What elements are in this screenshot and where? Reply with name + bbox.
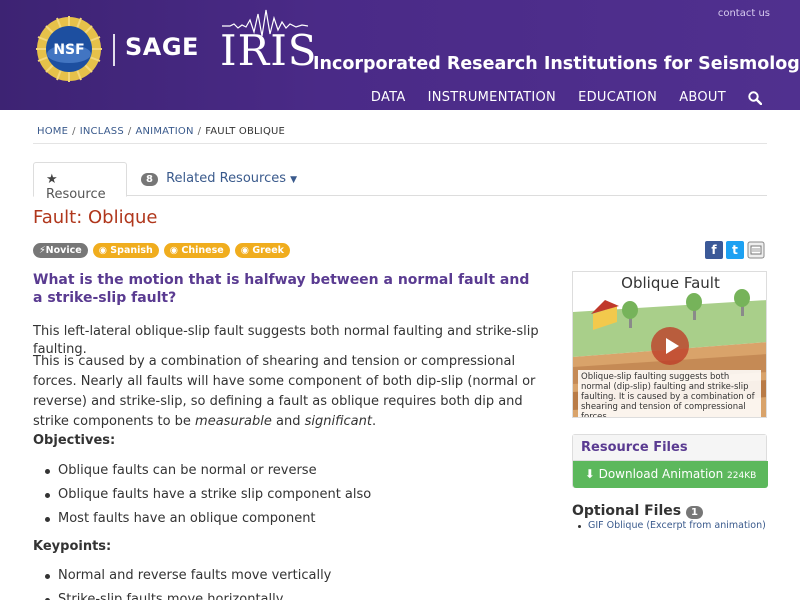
optional-file-link[interactable]: GIF Oblique (Excerpt from animation) <box>578 520 766 531</box>
tab-related-label: Related Resources <box>166 171 287 186</box>
optional-files-list: GIF Oblique (Excerpt from animation) <box>578 520 766 531</box>
tab-related-resources[interactable]: 8 Related Resources ▼ <box>129 162 309 197</box>
contact-us-link[interactable]: contact us <box>718 8 770 19</box>
tag-spanish[interactable]: ◉ Spanish <box>92 243 159 258</box>
breadcrumb: HOME / INCLASS / ANIMATION / FAULT OBLIQUE <box>33 120 767 144</box>
description-paragraph: This is caused by a combination of shear… <box>33 354 536 429</box>
share-buttons: f t <box>705 241 765 259</box>
iris-logo[interactable]: IRIS <box>220 28 318 74</box>
lead-question: What is the motion that is halfway betwe… <box>33 272 530 306</box>
breadcrumb-home[interactable]: HOME <box>37 126 68 137</box>
site-header: contact us NSF SAGE IRIS Incorporated Re… <box>0 0 800 110</box>
tag-chinese[interactable]: ◉ Chinese <box>163 243 230 258</box>
breadcrumb-inclass[interactable]: INCLASS <box>80 126 124 137</box>
list-item: Oblique faults have a strike slip compon… <box>45 486 371 510</box>
nav-education[interactable]: EDUCATION <box>578 90 657 105</box>
animation-video-thumbnail[interactable]: Oblique Fault Oblique-slip faulting sugg… <box>572 271 767 418</box>
objectives-heading: Objectives: <box>33 433 116 448</box>
globe-icon: ◉ <box>169 245 179 256</box>
list-item: Strike-slip faults move horizontally <box>45 591 331 600</box>
breadcrumb-animation[interactable]: ANIMATION <box>135 126 193 137</box>
globe-icon: ◉ <box>98 245 107 256</box>
list-item: Normal and reverse faults move verticall… <box>45 567 331 591</box>
resource-tags: ⚡Novice ◉ Spanish ◉ Chinese ◉ Greek <box>33 243 290 258</box>
list-item: Oblique faults can be normal or reverse <box>45 462 371 486</box>
star-icon: ★ <box>46 172 58 187</box>
caret-down-icon: ▼ <box>290 175 298 185</box>
print-icon[interactable] <box>747 241 765 259</box>
twitter-icon[interactable]: t <box>726 241 744 259</box>
tag-greek[interactable]: ◉ Greek <box>234 243 290 258</box>
download-animation-button[interactable]: ⬇ Download Animation 224KB <box>573 461 768 488</box>
iris-full-name: Incorporated Research Institutions for S… <box>313 54 800 74</box>
nsf-logo[interactable]: NSF <box>36 16 102 82</box>
video-title: Oblique Fault <box>621 274 720 292</box>
resource-files-heading: Resource Files <box>573 435 766 461</box>
optional-files-heading: Optional Files 1 <box>572 503 707 519</box>
nav-about[interactable]: ABOUT <box>679 90 726 105</box>
main-nav: DATA INSTRUMENTATION EDUCATION ABOUT <box>349 90 762 105</box>
play-icon[interactable] <box>651 327 689 365</box>
related-count-badge: 8 <box>141 173 158 186</box>
list-item: Most faults have an oblique component <box>45 510 371 534</box>
tab-resource-label: Resource <box>46 187 106 202</box>
download-icon: ⬇ <box>584 467 595 481</box>
resource-files-panel: Resource Files ⬇ Download Animation 224K… <box>572 434 768 488</box>
globe-icon: ◉ <box>240 245 249 256</box>
page-title: Fault: Oblique <box>33 207 158 228</box>
search-icon[interactable] <box>748 90 762 105</box>
video-caption: Oblique-slip faulting suggests both norm… <box>578 370 761 417</box>
header-divider <box>113 34 115 66</box>
tab-resource[interactable]: ★ Resource <box>33 162 127 202</box>
bolt-icon: ⚡ <box>39 245 46 256</box>
nav-instrumentation[interactable]: INSTRUMENTATION <box>428 90 557 105</box>
optional-count-badge: 1 <box>685 506 703 519</box>
svg-text:NSF: NSF <box>53 42 84 58</box>
keypoints-heading: Keypoints: <box>33 539 112 554</box>
keypoints-list: Normal and reverse faults move verticall… <box>45 567 331 600</box>
resource-tabs: ★ Resource 8 Related Resources ▼ <box>33 162 767 202</box>
objectives-list: Oblique faults can be normal or reverse … <box>45 462 371 534</box>
facebook-icon[interactable]: f <box>705 241 723 259</box>
sage-logo[interactable]: SAGE <box>125 33 199 61</box>
tag-novice[interactable]: ⚡Novice <box>33 243 88 258</box>
breadcrumb-current: FAULT OBLIQUE <box>205 126 286 137</box>
nav-data[interactable]: DATA <box>371 90 406 105</box>
